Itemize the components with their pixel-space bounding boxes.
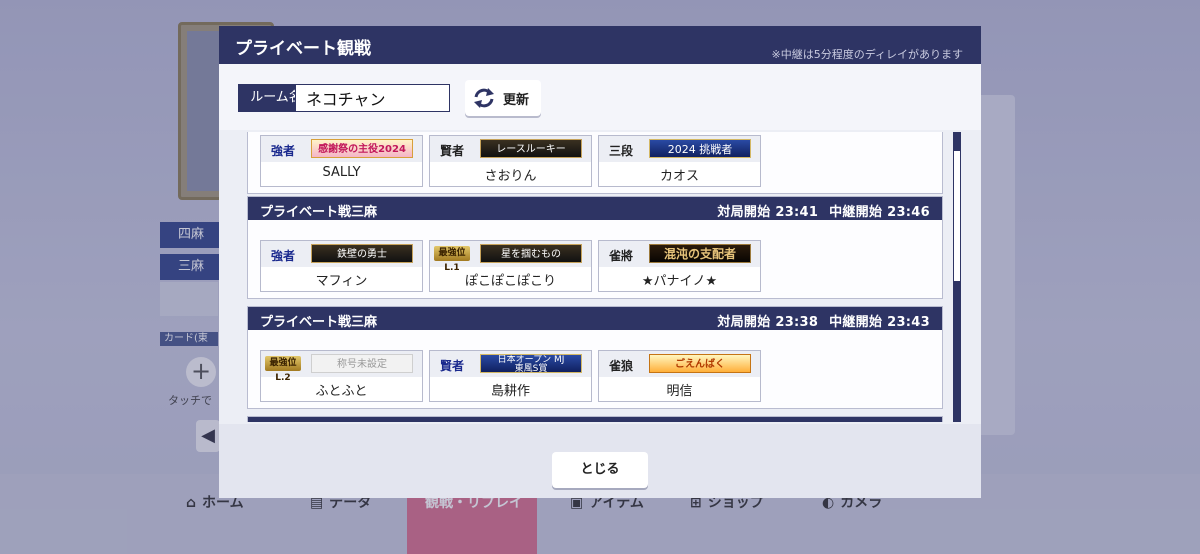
player-title-plate: 称号未設定: [311, 354, 413, 373]
player-name: マフィン: [315, 274, 368, 289]
player-title-plate: ごえんばく: [649, 354, 751, 373]
player-title-plate: 感謝祭の主役2024: [311, 139, 413, 158]
close-button[interactable]: とじる: [552, 452, 648, 488]
match-group[interactable]: プライベート戦三麻 対局開始 23:41 中継開始 23:46 強者 鉄壁の勇士…: [247, 196, 943, 299]
player-name: SALLY: [322, 165, 361, 180]
player-title-plate: 鉄壁の勇士: [311, 244, 413, 263]
match-times: 対局開始 23:38 中継開始 23:43: [717, 315, 930, 330]
match-title: プライベート戦三麻: [260, 315, 378, 330]
player-card[interactable]: 最強位L.1 星を掴むもの ぽこぽこぽこり: [429, 240, 592, 292]
player-rank: 強者: [271, 144, 296, 158]
player-row: 最強位L.2 称号未設定 ふとふと 賢者 日本オープン MJ 東風S賞 島耕作 …: [260, 350, 761, 402]
player-title-plate: 混沌の支配者: [649, 244, 751, 263]
match-group-partial[interactable]: [247, 416, 943, 422]
player-name: ふとふと: [315, 384, 368, 399]
match-times: 対局開始 23:41 中継開始 23:46: [717, 205, 930, 220]
player-card[interactable]: 雀狼 ごえんばく 明信: [598, 350, 761, 402]
modal-title: プライベート観戦: [235, 39, 371, 59]
player-title-plate: 2024 挑戦者: [649, 139, 751, 158]
player-title-plate: 日本オープン MJ 東風S賞: [480, 354, 582, 373]
player-title-plate: レースルーキー: [480, 139, 582, 158]
player-name: ★パナイノ★: [641, 274, 718, 289]
player-card[interactable]: 強者 鉄壁の勇士 マフィン: [260, 240, 423, 292]
player-name: 明信: [666, 384, 693, 399]
refresh-label: 更新: [503, 92, 530, 108]
player-title-plate: 星を掴むもの: [480, 244, 582, 263]
player-row: 強者 感謝祭の主役2024 SALLY 賢者 レースルーキー さおりん 三段 2…: [260, 135, 761, 187]
player-card[interactable]: 強者 感謝祭の主役2024 SALLY: [260, 135, 423, 187]
refresh-button[interactable]: 更新: [465, 80, 541, 116]
match-title: プライベート戦三麻: [260, 205, 378, 220]
scrollbar-thumb[interactable]: [954, 151, 960, 281]
player-rank: 賢者: [440, 359, 465, 373]
player-rank: 雀狼: [609, 359, 634, 373]
player-card[interactable]: 賢者 日本オープン MJ 東風S賞 島耕作: [429, 350, 592, 402]
player-rank: 強者: [271, 249, 296, 263]
private-spectate-modal: プライベート観戦 ※中継は5分程度のディレイがあります ルーム名 更新 強者 感…: [219, 26, 981, 498]
player-name: ぽこぽこぽこり: [464, 274, 556, 289]
player-name: さおりん: [484, 169, 537, 184]
player-rank-badge: 最強位L.2: [265, 356, 301, 383]
player-card[interactable]: 三段 2024 挑戦者 カオス: [598, 135, 761, 187]
room-name-input[interactable]: [295, 84, 450, 112]
refresh-icon: [474, 88, 494, 108]
player-rank: 賢者: [440, 144, 465, 158]
match-group[interactable]: 強者 感謝祭の主役2024 SALLY 賢者 レースルーキー さおりん 三段 2…: [247, 132, 943, 194]
match-group[interactable]: プライベート戦三麻 対局開始 23:38 中継開始 23:43 最強位L.2 称…: [247, 306, 943, 409]
player-name: 島耕作: [490, 384, 530, 399]
match-list[interactable]: 強者 感謝祭の主役2024 SALLY 賢者 レースルーキー さおりん 三段 2…: [219, 132, 981, 422]
player-rank-badge: 最強位L.1: [434, 246, 470, 273]
modal-header: プライベート観戦 ※中継は5分程度のディレイがあります: [219, 26, 981, 64]
match-header: プライベート戦三麻 対局開始 23:38 中継開始 23:43: [248, 307, 942, 330]
player-card[interactable]: 雀將 混沌の支配者 ★パナイノ★: [598, 240, 761, 292]
player-card[interactable]: 最強位L.2 称号未設定 ふとふと: [260, 350, 423, 402]
delay-note: ※中継は5分程度のディレイがあります: [771, 48, 963, 61]
player-card[interactable]: 賢者 レースルーキー さおりん: [429, 135, 592, 187]
player-rank: 雀將: [609, 249, 634, 263]
match-header: プライベート戦三麻 対局開始 23:41 中継開始 23:46: [248, 197, 942, 220]
player-name: カオス: [659, 169, 699, 184]
player-rank: 三段: [609, 144, 634, 158]
player-row: 強者 鉄壁の勇士 マフィン 最強位L.1 星を掴むもの ぽこぽこぽこり 雀將 混…: [260, 240, 761, 292]
